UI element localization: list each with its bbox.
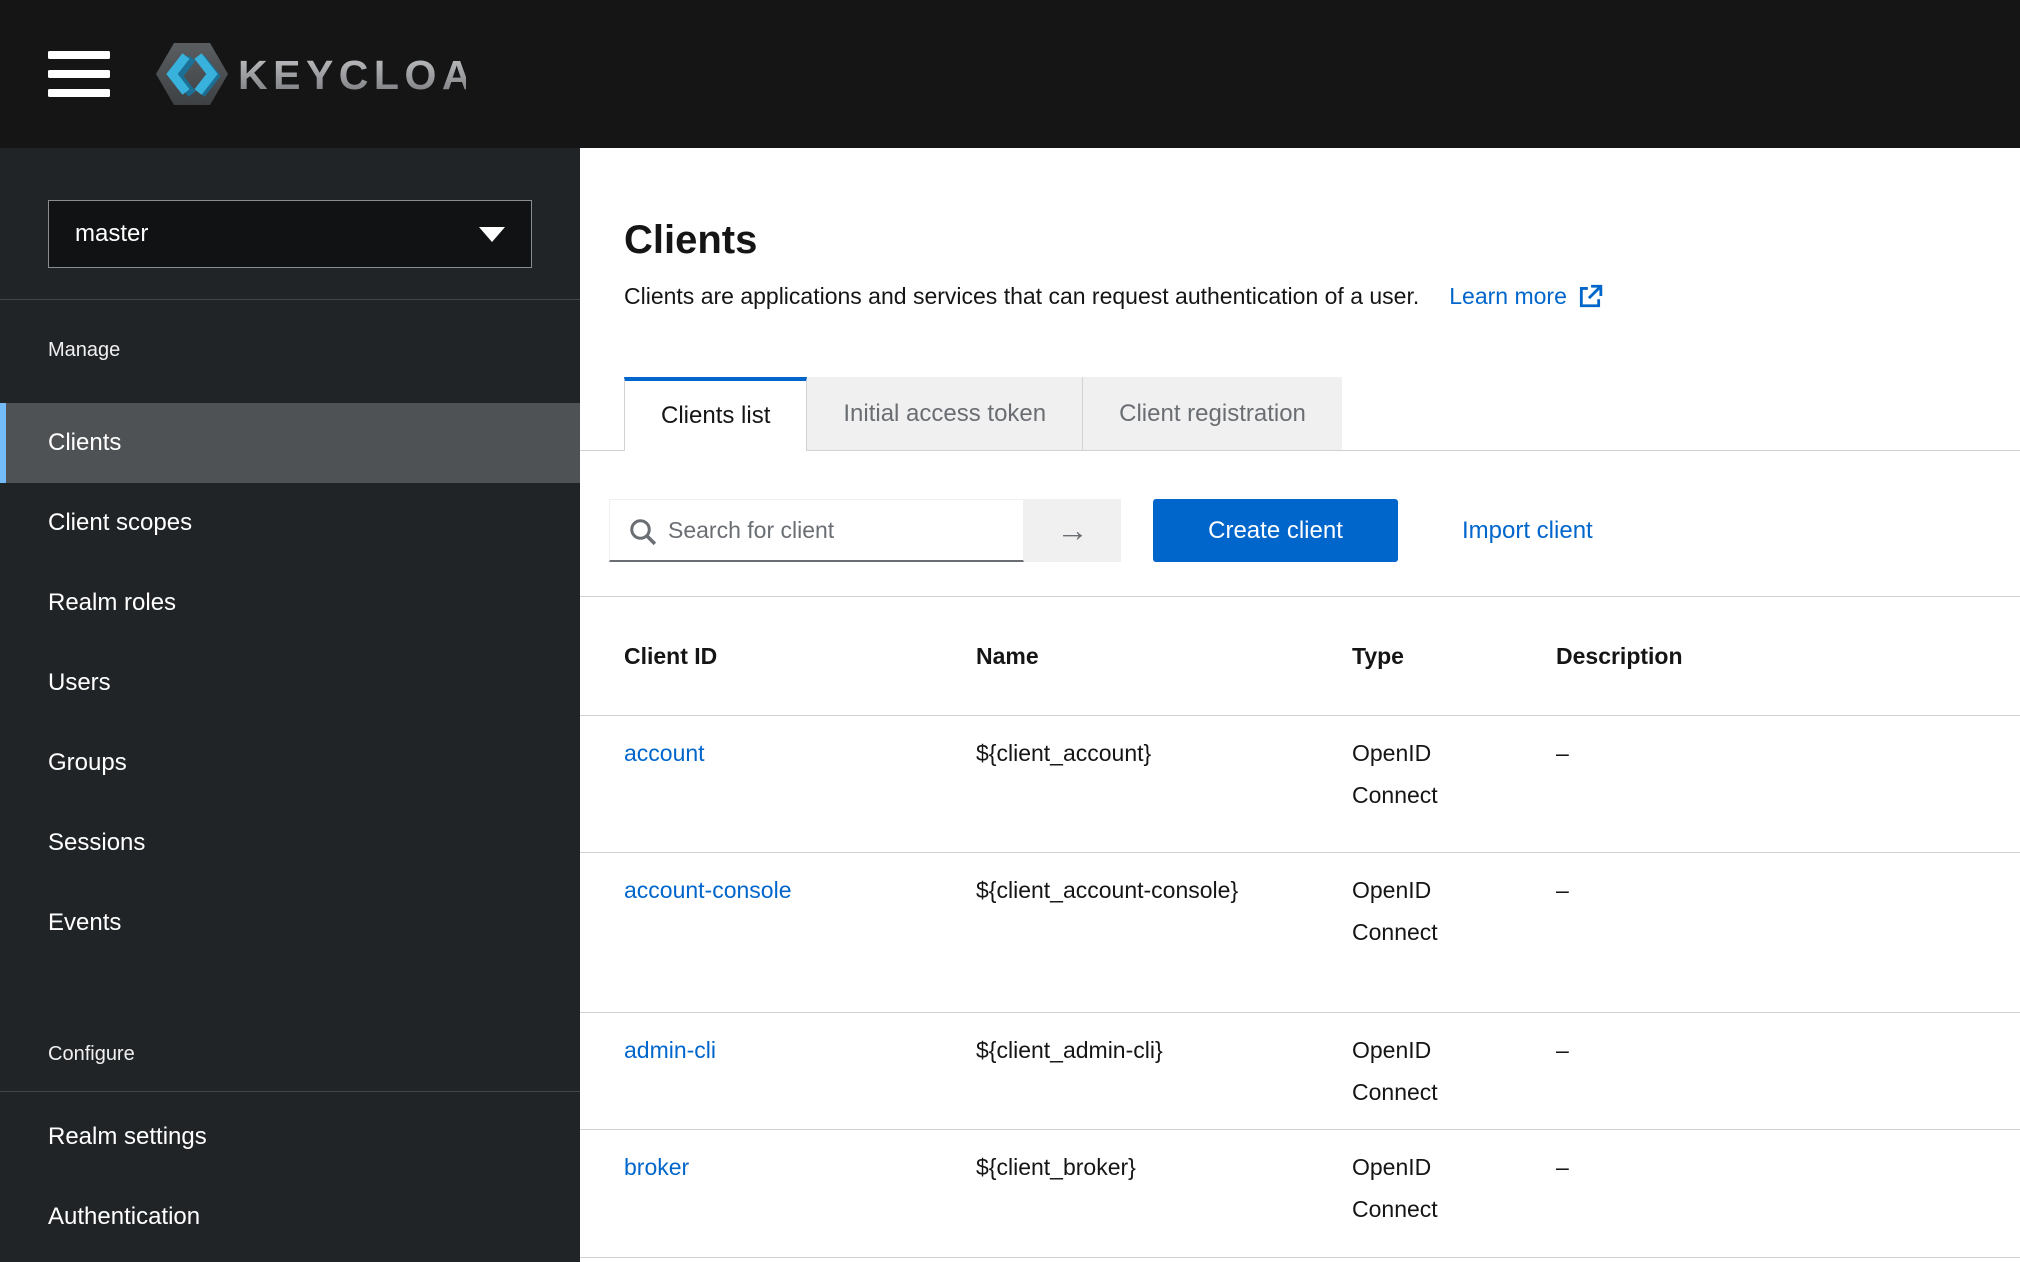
keycloak-logo-graphic: KEYCLOAK — [156, 34, 466, 114]
sidebar-item-client-scopes[interactable]: Client scopes — [0, 483, 580, 563]
page-description: Clients are applications and services th… — [624, 280, 1419, 312]
realm-selector[interactable]: master — [48, 200, 532, 268]
client-description-cell: – — [1556, 853, 2020, 1013]
hamburger-menu-icon[interactable] — [48, 51, 112, 97]
sidebar-item-realm-roles[interactable]: Realm roles — [0, 563, 580, 643]
client-description-cell: – — [1556, 716, 2020, 853]
table-header: Client ID Name Type Description — [580, 597, 2020, 716]
client-name-cell: ${client_account-console} — [976, 853, 1352, 1013]
column-header-description: Description — [1556, 597, 2020, 716]
realm-selector-section: master — [0, 148, 580, 300]
sidebar-item-realm-settings[interactable]: Realm settings — [0, 1097, 580, 1177]
column-header-type: Type — [1352, 597, 1556, 716]
arrow-right-icon: → — [1057, 512, 1089, 549]
import-client-link[interactable]: Import client — [1462, 517, 1593, 545]
tab-initial-access-token[interactable]: Initial access token — [807, 377, 1082, 451]
client-type-cell: OpenID Connect — [1352, 1146, 1464, 1230]
sidebar: master Manage Clients Client scopes Real… — [0, 148, 580, 1262]
create-client-button[interactable]: Create client — [1153, 499, 1398, 562]
client-type-cell: OpenID Connect — [1352, 1029, 1464, 1113]
table-row: account ${client_account} OpenID Connect… — [580, 716, 2020, 853]
nav-group-configure-wrap: Configure — [0, 1040, 580, 1092]
table-row: broker ${client_broker} OpenID Connect – — [580, 1130, 2020, 1258]
chevron-down-icon — [479, 227, 505, 242]
external-link-icon — [1577, 283, 1603, 309]
client-id-link[interactable]: account-console — [624, 877, 792, 903]
column-header-client-id: Client ID — [580, 597, 976, 716]
clients-table: Client ID Name Type Description account … — [580, 597, 2020, 1258]
search-icon — [628, 517, 658, 547]
learn-more-link[interactable]: Learn more — [1449, 283, 1603, 310]
client-name-cell: ${client_admin-cli} — [976, 1013, 1352, 1130]
tabs-bar: Clients list Initial access token Client… — [580, 377, 2020, 451]
search-submit-button[interactable]: → — [1024, 499, 1121, 562]
brand-text: KEYCLOAK — [238, 52, 466, 98]
nav-list-manage: Clients Client scopes Realm roles Users … — [0, 403, 580, 963]
app-header: KEYCLOAK — [0, 0, 2020, 148]
keycloak-logo: KEYCLOAK — [156, 34, 466, 114]
sidebar-item-users[interactable]: Users — [0, 643, 580, 723]
client-id-link[interactable]: account — [624, 740, 705, 766]
sidebar-item-groups[interactable]: Groups — [0, 723, 580, 803]
table-row: admin-cli ${client_admin-cli} OpenID Con… — [580, 1013, 2020, 1130]
client-name-cell: ${client_account} — [976, 716, 1352, 853]
client-name-cell: ${client_broker} — [976, 1130, 1352, 1258]
page-description-row: Clients are applications and services th… — [624, 280, 2020, 312]
tab-clients-list[interactable]: Clients list — [624, 377, 807, 451]
sidebar-item-authentication[interactable]: Authentication — [0, 1177, 580, 1257]
page-title: Clients — [624, 216, 2020, 264]
client-description-cell: – — [1556, 1013, 2020, 1130]
client-id-link[interactable]: broker — [624, 1154, 689, 1180]
table-row: account-console ${client_account-console… — [580, 853, 2020, 1013]
toolbar: → Create client Import client — [609, 499, 2020, 562]
realm-name: master — [75, 220, 479, 248]
nav-list-configure: Realm settings Authentication — [0, 1097, 580, 1257]
search-box — [609, 499, 1024, 562]
tab-client-registration[interactable]: Client registration — [1082, 377, 1342, 451]
nav-group-manage-label: Manage — [48, 336, 580, 364]
search-input[interactable] — [610, 500, 1023, 560]
column-header-name: Name — [976, 597, 1352, 716]
learn-more-label: Learn more — [1449, 283, 1567, 310]
nav-group-configure-label: Configure — [48, 1040, 580, 1068]
client-type-cell: OpenID Connect — [1352, 869, 1464, 953]
sidebar-item-clients[interactable]: Clients — [0, 403, 580, 483]
client-id-link[interactable]: admin-cli — [624, 1037, 716, 1063]
sidebar-item-events[interactable]: Events — [0, 883, 580, 963]
sidebar-item-sessions[interactable]: Sessions — [0, 803, 580, 883]
main-content: Clients Clients are applications and ser… — [580, 148, 2020, 1262]
search-group: → — [609, 499, 1121, 562]
client-type-cell: OpenID Connect — [1352, 732, 1464, 816]
client-description-cell: – — [1556, 1130, 2020, 1258]
